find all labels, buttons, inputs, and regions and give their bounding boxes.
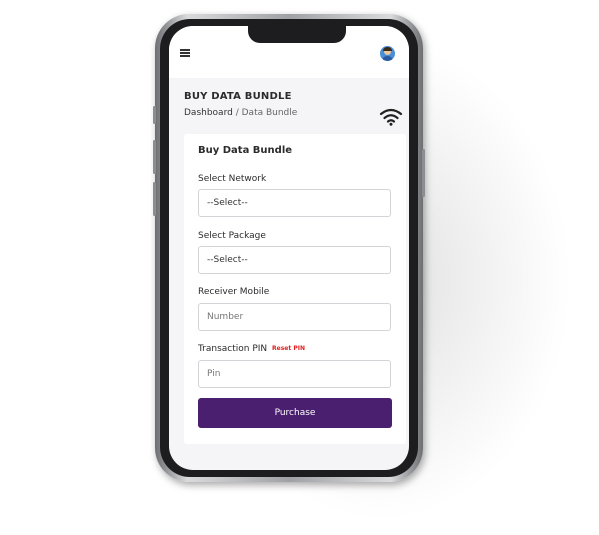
power-button bbox=[422, 149, 425, 197]
phone-notch bbox=[248, 26, 346, 43]
page-title: BUY DATA BUNDLE bbox=[184, 91, 292, 102]
phone-screen: BUY DATA BUNDLE Dashboard / Data Bundle … bbox=[169, 26, 409, 470]
receiver-mobile-input[interactable]: Number bbox=[198, 303, 391, 331]
buy-data-form-card: Buy Data Bundle Select Network --Select-… bbox=[184, 134, 406, 444]
network-select[interactable]: --Select-- bbox=[198, 189, 391, 217]
volume-down-button bbox=[153, 182, 156, 216]
mute-switch bbox=[153, 106, 156, 124]
purchase-button[interactable]: Purchase bbox=[198, 398, 392, 428]
breadcrumb: Dashboard / Data Bundle bbox=[184, 108, 297, 118]
network-label: Select Network bbox=[198, 174, 267, 184]
package-select[interactable]: --Select-- bbox=[198, 246, 391, 274]
transaction-pin-label-text: Transaction PIN bbox=[198, 344, 268, 354]
wifi-icon bbox=[379, 108, 403, 126]
breadcrumb-separator: / bbox=[235, 108, 239, 118]
receiver-mobile-label: Receiver Mobile bbox=[198, 287, 270, 297]
transaction-pin-label: Transaction PIN Reset PIN bbox=[198, 344, 305, 354]
reset-pin-link[interactable]: Reset PIN bbox=[272, 345, 305, 352]
phone-frame: BUY DATA BUNDLE Dashboard / Data Bundle … bbox=[153, 14, 425, 482]
package-label: Select Package bbox=[198, 231, 266, 241]
form-title: Buy Data Bundle bbox=[198, 145, 293, 156]
breadcrumb-current: Data Bundle bbox=[241, 108, 298, 118]
hamburger-icon[interactable] bbox=[180, 49, 190, 57]
breadcrumb-dashboard-link[interactable]: Dashboard bbox=[184, 108, 233, 118]
user-avatar-icon[interactable] bbox=[380, 46, 395, 61]
volume-up-button bbox=[153, 140, 156, 174]
transaction-pin-input[interactable]: Pin bbox=[198, 360, 391, 388]
phone-bezel: BUY DATA BUNDLE Dashboard / Data Bundle … bbox=[160, 19, 418, 477]
